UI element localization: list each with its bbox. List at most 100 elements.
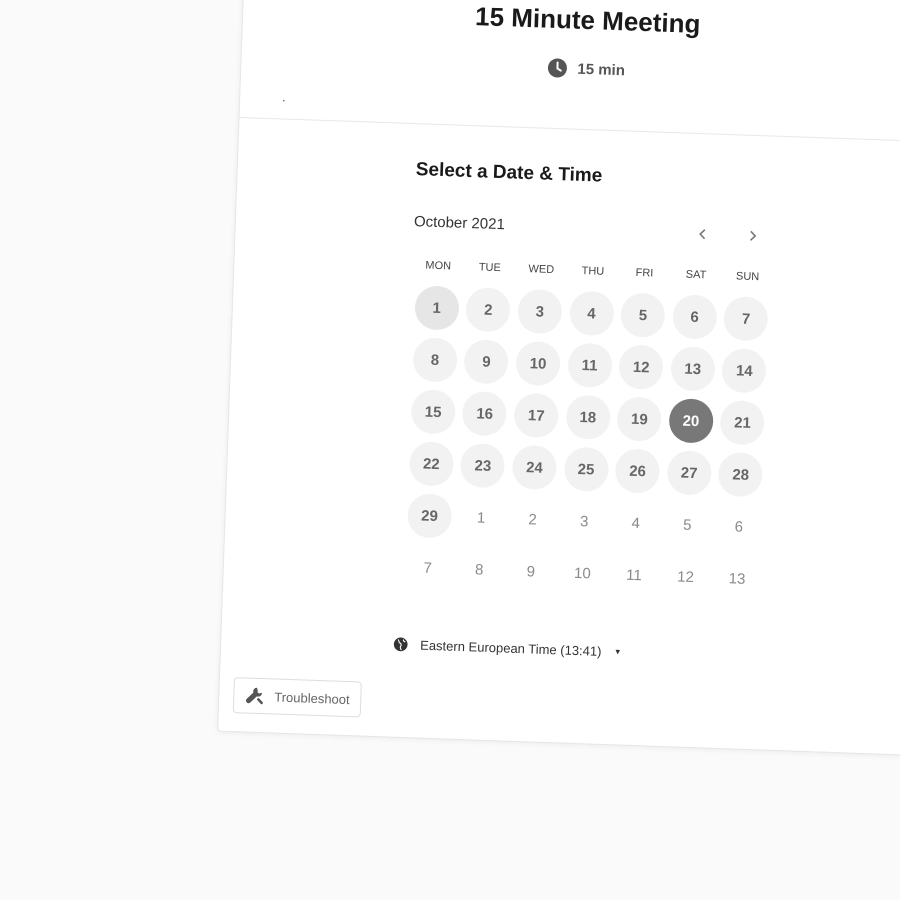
day-button[interactable]: 26	[614, 448, 661, 494]
day-label: 8	[474, 560, 484, 579]
day-button[interactable]: 12	[618, 344, 664, 390]
day-button[interactable]: 17	[513, 392, 560, 439]
day-label: 11	[625, 566, 643, 584]
day-label: 4	[631, 514, 641, 532]
weekday-label: SAT	[685, 268, 707, 282]
event-header: 15 Minute Meeting 15 min .	[239, 0, 900, 144]
day-button[interactable]: 7	[723, 295, 769, 342]
calendar-day: 26	[611, 448, 664, 502]
day-label: 3	[579, 512, 589, 530]
day-button[interactable]: 4	[568, 290, 615, 337]
calendar-day: 25	[559, 446, 612, 500]
weekday-label: FRI	[635, 266, 654, 280]
day-label: 10	[573, 564, 592, 582]
troubleshoot-label: Troubleshoot	[274, 689, 350, 707]
next-month-button[interactable]	[739, 222, 766, 249]
calendar-day: 15	[406, 389, 459, 443]
days-grid: 1 2 3 4 5 6 7 8 9 10 11 12 13 14 15 16 17 18 19 20 21 22 23 24 2…	[401, 285, 774, 609]
calendar-day: 11	[563, 342, 616, 396]
calendar-day: 5	[616, 292, 669, 346]
day-button[interactable]: 3	[517, 288, 563, 335]
header-dot: .	[281, 90, 286, 105]
event-duration: 15 min	[547, 58, 625, 81]
day-label: 9	[526, 562, 536, 581]
day-button[interactable]: 16	[461, 390, 508, 437]
weekday-label: THU	[581, 264, 605, 278]
calendar-day-other-month: 12	[659, 554, 712, 608]
event-title: 15 Minute Meeting	[474, 1, 701, 39]
day-button[interactable]: 23	[460, 442, 506, 489]
date-calendar: MON TUE WED THU FRI SAT SUN 1 2 3 4 5 6 7 8 9 10 1…	[401, 259, 775, 609]
chevron-right-icon	[746, 224, 759, 247]
day-button[interactable]: 28	[717, 451, 764, 498]
calendar-day: 14	[718, 347, 771, 402]
section-title: Select a Date & Time	[415, 159, 603, 187]
month-navigation: October 2021	[413, 211, 760, 251]
day-button[interactable]: 18	[565, 394, 611, 441]
day-button[interactable]: 11	[566, 342, 613, 389]
timezone-selector[interactable]: Eastern European Time (13:41) ▾	[393, 637, 620, 660]
globe-icon	[393, 637, 409, 653]
calendar-day: 10	[511, 340, 564, 395]
calendar-day: 12	[614, 344, 667, 398]
calendar-day-other-month: 9	[504, 548, 557, 602]
calendar-day: 28	[714, 451, 767, 506]
day-label: 6	[734, 517, 744, 536]
calendar-day: 29	[403, 493, 456, 547]
day-button[interactable]: 21	[719, 399, 766, 446]
day-button[interactable]: 22	[408, 441, 455, 487]
calendar-day: 18	[561, 394, 614, 448]
booking-card: 15 Minute Meeting 15 min . Select a Date…	[217, 0, 900, 758]
day-label: 12	[676, 567, 695, 586]
day-button[interactable]: 25	[563, 446, 609, 493]
weekday-label: TUE	[478, 261, 502, 275]
calendar-day-other-month: 7	[401, 545, 454, 599]
day-button[interactable]: 27	[666, 450, 712, 496]
day-button[interactable]: 29	[406, 493, 453, 539]
day-button[interactable]: 5	[620, 292, 666, 338]
calendar-day: 3	[513, 288, 566, 343]
day-button[interactable]: 19	[616, 396, 663, 442]
chevron-left-icon	[696, 222, 709, 245]
calendar-day: 23	[456, 442, 509, 497]
calendar-day: 1	[410, 285, 463, 339]
month-label: October 2021	[413, 213, 506, 234]
day-label: 1	[476, 508, 486, 527]
weekday-label: WED	[528, 263, 555, 277]
calendar-day: 27	[662, 450, 715, 504]
day-button[interactable]: 13	[670, 346, 716, 392]
calendar-day: 21	[716, 399, 769, 454]
previous-month-button[interactable]	[689, 221, 716, 248]
calendar-day: 24	[508, 444, 561, 499]
day-button[interactable]: 2	[465, 286, 512, 333]
calendar-day-other-month: 5	[660, 502, 713, 556]
day-label: 7	[423, 559, 433, 577]
weekday-label: SUN	[735, 270, 760, 284]
troubleshoot-button[interactable]: Troubleshoot	[232, 677, 362, 718]
day-button[interactable]: 24	[511, 444, 558, 491]
day-label: 13	[728, 569, 746, 588]
day-button[interactable]: 15	[410, 389, 456, 435]
calendar-day: 16	[458, 390, 511, 445]
calendar-day: 19	[613, 396, 666, 450]
day-button[interactable]: 1	[414, 285, 460, 331]
weekday-label: MON	[425, 259, 452, 273]
selected-day-button[interactable]: 20	[668, 398, 714, 444]
day-button[interactable]: 9	[463, 338, 510, 385]
calendar-day-other-month: 6	[712, 504, 765, 558]
calendar-day-other-month: 3	[557, 498, 610, 552]
page: 15 Minute Meeting 15 min . Select a Date…	[0, 0, 900, 900]
day-button[interactable]: 14	[721, 347, 768, 394]
day-button[interactable]: 6	[671, 294, 718, 340]
calendar-day-other-month: 1	[454, 495, 507, 549]
caret-down-icon: ▾	[615, 646, 621, 657]
day-label: 2	[528, 510, 538, 529]
duration-label: 15 min	[577, 60, 626, 79]
day-button[interactable]: 10	[515, 340, 561, 387]
timezone-label: Eastern European Time (13:41)	[419, 637, 602, 659]
calendar-day: 22	[404, 441, 457, 495]
day-label: 5	[682, 516, 692, 534]
calendar-day: 4	[565, 290, 618, 344]
day-button[interactable]: 8	[412, 337, 458, 383]
calendar-day-other-month: 11	[607, 552, 660, 606]
